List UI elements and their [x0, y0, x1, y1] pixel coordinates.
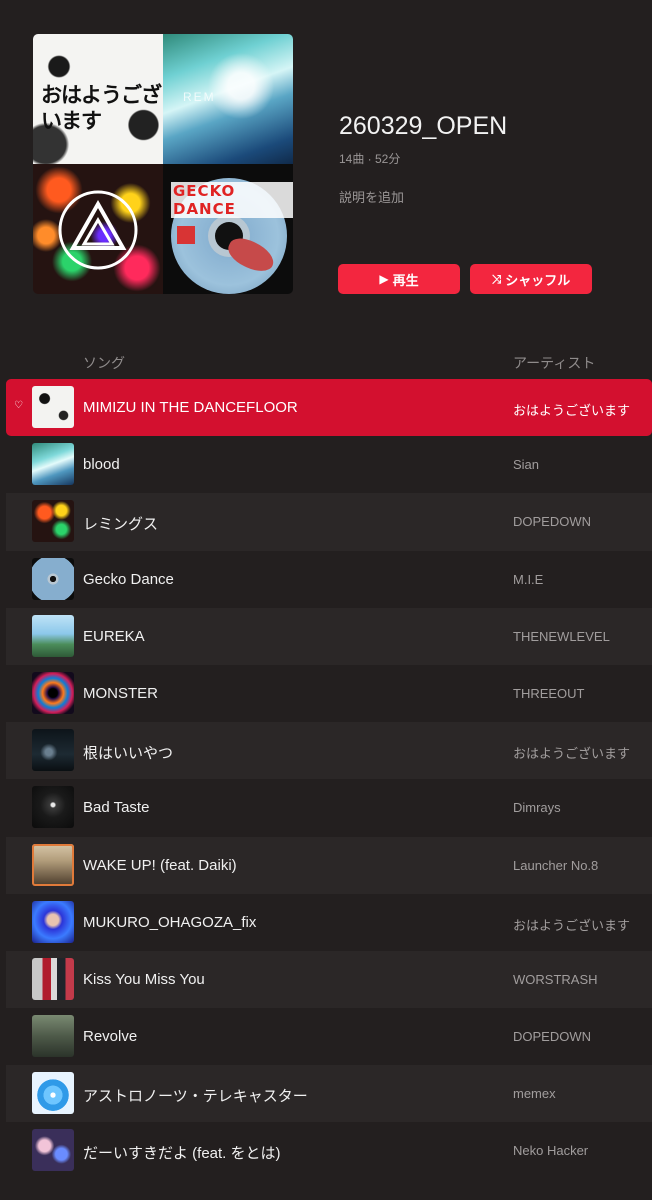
track-artist[interactable]: THENEWLEVEL: [513, 629, 610, 644]
track-row[interactable]: レミングス DOPEDOWN: [6, 493, 652, 551]
track-artwork: [32, 957, 74, 1000]
track-row[interactable]: アストロノーツ・テレキャスター memex: [6, 1065, 652, 1123]
track-row[interactable]: Gecko Dance M.I.E: [6, 551, 652, 608]
play-button[interactable]: ▶ 再生: [338, 264, 460, 294]
track-row[interactable]: MONSTER THREEOUT: [6, 665, 652, 722]
track-artist[interactable]: おはようございます: [513, 400, 630, 419]
column-header-artist[interactable]: アーティスト: [513, 353, 595, 373]
track-artwork: [32, 1129, 74, 1172]
heart-icon[interactable]: ♡: [14, 400, 23, 411]
track-row[interactable]: WAKE UP! (feat. Daiki) Launcher No.8: [6, 836, 652, 894]
cover-tile-3: [33, 164, 163, 294]
track-artwork: [32, 386, 74, 428]
cover-tile-2: REM: [163, 34, 293, 164]
track-list: ♡ MIMIZU IN THE DANCEFLOOR おはようございます blo…: [6, 379, 652, 1180]
shuffle-button-label: シャッフル: [505, 272, 571, 288]
add-description-link[interactable]: 説明を追加: [339, 187, 404, 206]
cover-tile-1: おはようございます: [33, 34, 163, 164]
track-artist[interactable]: DOPEDOWN: [513, 1029, 591, 1044]
track-row[interactable]: 根はいいやつ おはようございます: [6, 722, 652, 780]
track-artist[interactable]: Sian: [513, 457, 539, 472]
track-artist[interactable]: Launcher No.8: [513, 858, 598, 873]
track-artwork: [32, 1072, 74, 1115]
track-row[interactable]: blood Sian: [6, 436, 652, 493]
track-artwork: [32, 557, 74, 600]
track-title: Bad Taste: [83, 799, 150, 817]
track-title: アストロノーツ・テレキャスター: [83, 1088, 308, 1106]
track-title: MIMIZU IN THE DANCEFLOOR: [83, 399, 298, 416]
track-artwork: [32, 671, 74, 714]
track-row[interactable]: ♡ MIMIZU IN THE DANCEFLOOR おはようございます: [6, 379, 652, 437]
track-artwork: [32, 843, 74, 886]
track-artist[interactable]: おはようございます: [513, 743, 630, 762]
track-title: EUREKA: [83, 627, 145, 645]
track-artist[interactable]: Dimrays: [513, 800, 561, 815]
logo-mark: [177, 226, 195, 244]
track-artwork: [32, 614, 74, 657]
cover-tile-1-text: おはようございます: [41, 82, 162, 133]
cover-tile-4: GECKO DANCE: [163, 164, 293, 294]
playlist-title: 260329_OPEN: [339, 112, 508, 140]
shuffle-button[interactable]: ⤨ シャッフル: [470, 264, 592, 294]
track-artwork: [32, 1015, 74, 1058]
track-title: WAKE UP! (feat. Daiki): [83, 856, 237, 874]
column-header-song[interactable]: ソング: [83, 353, 125, 373]
playlist-artwork: おはようございます REM GECKO DANCE: [33, 34, 293, 294]
track-row[interactable]: MUKURO_OHAGOZA_fix おはようございます: [6, 894, 652, 951]
track-row[interactable]: Kiss You Miss You WORSTRASH: [6, 950, 652, 1009]
track-title: 根はいいやつ: [83, 745, 174, 763]
track-row[interactable]: Revolve DOPEDOWN: [6, 1008, 652, 1065]
track-artwork: [32, 729, 74, 772]
gecko-illustration: [223, 233, 279, 277]
track-artwork: [32, 443, 74, 486]
track-title: Gecko Dance: [83, 570, 174, 588]
track-title: だーいすきだよ (feat. をとは): [83, 1145, 281, 1163]
track-title: レミングス: [83, 516, 159, 534]
track-row[interactable]: だーいすきだよ (feat. をとは) Neko Hacker: [6, 1122, 652, 1179]
track-artist[interactable]: DOPEDOWN: [513, 514, 591, 529]
track-artwork: [32, 786, 74, 829]
playlist-meta: 14曲 · 52分: [339, 152, 401, 166]
track-artist[interactable]: Neko Hacker: [513, 1143, 588, 1158]
cover-tile-2-text: REM: [183, 90, 216, 104]
play-button-label: 再生: [392, 272, 419, 288]
track-artwork: [32, 500, 74, 543]
track-artist[interactable]: THREEOUT: [513, 686, 585, 701]
track-row[interactable]: Bad Taste Dimrays: [6, 779, 652, 836]
track-artist[interactable]: M.I.E: [513, 572, 543, 587]
track-artist[interactable]: WORSTRASH: [513, 972, 598, 987]
play-icon: ▶: [379, 272, 389, 286]
track-title: blood: [83, 456, 120, 474]
track-title: MUKURO_OHAGOZA_fix: [83, 913, 257, 931]
track-artist[interactable]: おはようございます: [513, 915, 630, 934]
triangle-logo-icon: [58, 190, 138, 270]
track-title: Revolve: [83, 1028, 138, 1046]
track-artist[interactable]: memex: [513, 1086, 556, 1101]
track-artwork: [32, 900, 74, 943]
track-title: Kiss You Miss You: [83, 970, 205, 988]
track-row[interactable]: EUREKA THENEWLEVEL: [6, 607, 652, 665]
shuffle-icon: ⤨: [491, 271, 502, 286]
cover-tile-4-text: GECKO DANCE: [171, 182, 293, 218]
track-title: MONSTER: [83, 684, 158, 702]
